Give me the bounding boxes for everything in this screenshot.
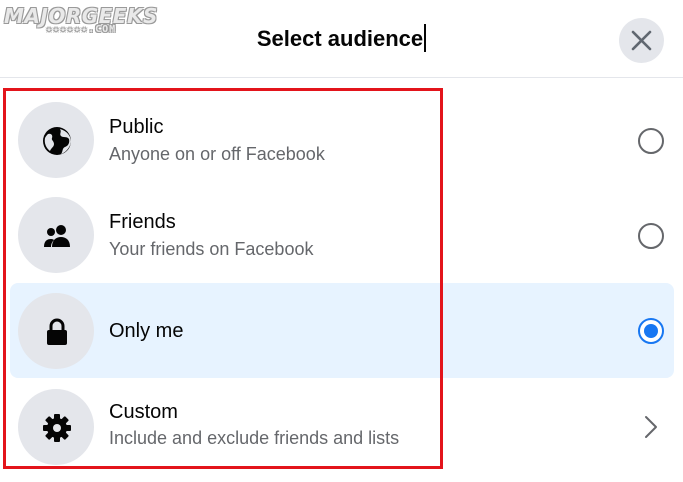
gear-icon xyxy=(43,414,71,442)
chevron-right-icon[interactable] xyxy=(644,415,658,439)
radio-button[interactable] xyxy=(638,223,664,249)
radio-dot xyxy=(644,324,658,338)
option-custom[interactable]: Custom Include and exclude friends and l… xyxy=(10,375,674,470)
radio-button-checked[interactable] xyxy=(638,318,664,344)
option-description: Your friends on Facebook xyxy=(109,239,314,259)
option-description: Include and exclude friends and lists xyxy=(109,428,400,448)
close-icon xyxy=(631,30,652,51)
icon-circle xyxy=(18,102,94,178)
dialog-header: Select audience xyxy=(0,0,683,78)
option-friends[interactable]: Friends Your friends on Facebook xyxy=(10,181,674,276)
close-button[interactable] xyxy=(619,18,664,63)
friends-icon xyxy=(44,225,70,247)
option-only-me[interactable]: Only me xyxy=(10,283,674,378)
option-label: Public xyxy=(109,116,164,138)
dialog-title-text: Select audience xyxy=(256,26,424,51)
icon-circle xyxy=(18,197,94,273)
lock-icon xyxy=(47,318,67,345)
text-cursor xyxy=(424,24,427,52)
globe-icon xyxy=(43,127,71,155)
option-description: Anyone on or off Facebook xyxy=(109,144,325,164)
option-public[interactable]: Public Anyone on or off Facebook xyxy=(10,86,674,181)
option-label: Custom xyxy=(109,401,178,423)
option-label: Only me xyxy=(109,320,184,342)
icon-circle xyxy=(18,389,94,465)
icon-circle xyxy=(18,293,94,369)
radio-button[interactable] xyxy=(638,128,664,154)
option-label: Friends xyxy=(109,211,176,233)
dialog-title: Select audience xyxy=(0,24,683,52)
